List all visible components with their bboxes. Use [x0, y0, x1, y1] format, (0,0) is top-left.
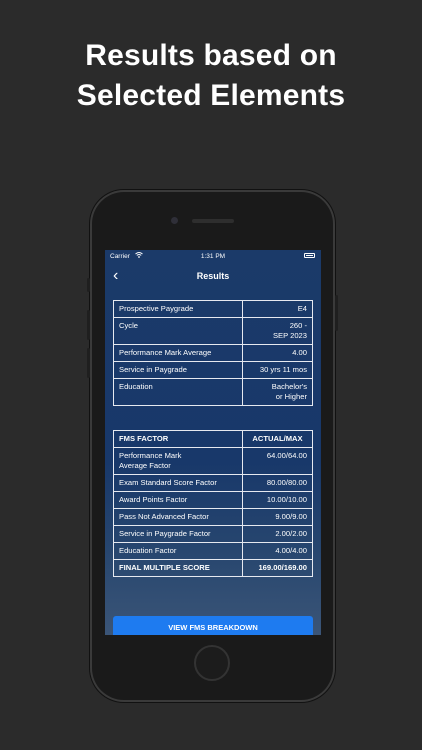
fms-factor-value: 2.00/2.00 — [242, 525, 313, 543]
final-score-label: FINAL MULTIPLE SCORE — [113, 559, 243, 577]
summary-label: Prospective Paygrade — [113, 300, 243, 318]
fms-factor-label: Exam Standard Score Factor — [113, 474, 243, 492]
summary-row: Education Bachelor's or Higher — [113, 378, 313, 406]
fms-row: Pass Not Advanced Factor 9.00/9.00 — [113, 508, 313, 526]
summary-row: Performance Mark Average 4.00 — [113, 344, 313, 362]
fms-row: Award Points Factor 10.00/10.00 — [113, 491, 313, 509]
headline-line-1: Results based on — [85, 39, 337, 72]
page-title: Results — [196, 271, 230, 281]
view-fms-breakdown-button[interactable]: VIEW FMS BREAKDOWN — [113, 616, 313, 635]
fms-row: Exam Standard Score Factor 80.00/80.00 — [113, 474, 313, 492]
power-button — [335, 295, 338, 331]
fms-factor-label: Award Points Factor — [113, 491, 243, 509]
status-time: 1:31 PM — [200, 253, 226, 260]
fms-factor-value: 10.00/10.00 — [242, 491, 313, 509]
fms-factor-value: 4.00/4.00 — [242, 542, 313, 560]
fms-factor-label: Performance Mark Average Factor — [113, 447, 243, 475]
app-screen: Carrier 1:31 PM ‹ Results Prospective Pa… — [105, 250, 321, 635]
fms-factor-label: Pass Not Advanced Factor — [113, 508, 243, 526]
fms-factor-value: 64.00/64.00 — [242, 447, 313, 475]
front-camera — [171, 217, 178, 224]
summary-table: Prospective Paygrade E4 Cycle 260 - SEP 202… — [113, 300, 313, 406]
summary-label: Service in Paygrade — [113, 361, 243, 379]
summary-value: 260 - SEP 2023 — [242, 317, 313, 345]
fms-factor-value: 80.00/80.00 — [242, 474, 313, 492]
actual-max-header: ACTUAL/MAX — [242, 430, 313, 448]
fms-factor-label: Education Factor — [113, 542, 243, 560]
nav-bar: ‹ Results — [105, 264, 321, 288]
summary-row: Service in Paygrade 30 yrs 11 mos — [113, 361, 313, 379]
headline: Results based on Selected Elements — [0, 36, 422, 116]
volume-down-button — [87, 348, 90, 378]
summary-row: Cycle 260 - SEP 2023 — [113, 317, 313, 345]
fms-row: Service in Paygrade Factor 2.00/2.00 — [113, 525, 313, 543]
summary-value: 30 yrs 11 mos — [242, 361, 313, 379]
volume-up-button — [87, 310, 90, 340]
fms-header-row: FMS FACTOR ACTUAL/MAX — [113, 430, 313, 448]
fms-table: FMS FACTOR ACTUAL/MAX Performance Mark Ave… — [113, 430, 313, 577]
fms-factor-label: Service in Paygrade Factor — [113, 525, 243, 543]
mute-switch — [87, 278, 90, 292]
headline-line-2: Selected Elements — [76, 79, 346, 112]
fms-factor-value: 9.00/9.00 — [242, 508, 313, 526]
fms-row: Education Factor 4.00/4.00 — [113, 542, 313, 560]
status-bar: Carrier 1:31 PM — [105, 250, 321, 264]
final-score-value: 169.00/169.00 — [242, 559, 313, 577]
battery-icon — [304, 253, 315, 258]
summary-value: E4 — [242, 300, 313, 318]
summary-value: 4.00 — [242, 344, 313, 362]
summary-row: Prospective Paygrade E4 — [113, 300, 313, 318]
home-button — [194, 645, 230, 681]
phone-frame: Carrier 1:31 PM ‹ Results Prospective Pa… — [87, 190, 338, 702]
summary-label: Cycle — [113, 317, 243, 345]
earpiece-speaker — [192, 219, 234, 223]
summary-label: Performance Mark Average — [113, 344, 243, 362]
summary-value: Bachelor's or Higher — [242, 378, 313, 406]
fms-factor-header: FMS FACTOR — [113, 430, 243, 448]
summary-label: Education — [113, 378, 243, 406]
final-score-row: FINAL MULTIPLE SCORE 169.00/169.00 — [113, 559, 313, 577]
fms-row: Performance Mark Average Factor 64.00/64.… — [113, 447, 313, 475]
